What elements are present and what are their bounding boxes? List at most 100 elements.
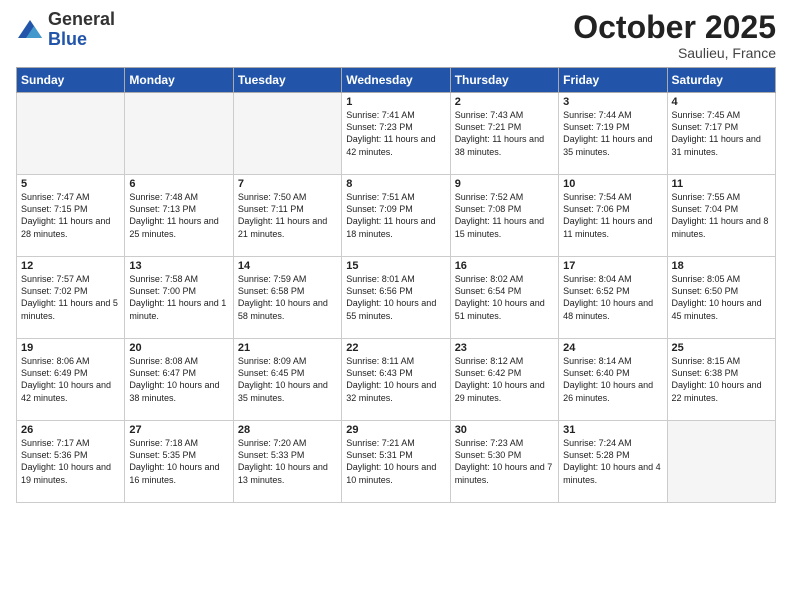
day-info: Sunrise: 7:20 AM Sunset: 5:33 PM Dayligh…	[238, 437, 337, 486]
table-row: 17Sunrise: 8:04 AM Sunset: 6:52 PM Dayli…	[559, 257, 667, 339]
day-info: Sunrise: 8:14 AM Sunset: 6:40 PM Dayligh…	[563, 355, 662, 404]
header: General Blue October 2025 Saulieu, Franc…	[16, 10, 776, 61]
day-number: 29	[346, 424, 445, 436]
day-info: Sunrise: 7:51 AM Sunset: 7:09 PM Dayligh…	[346, 191, 445, 240]
table-row: 22Sunrise: 8:11 AM Sunset: 6:43 PM Dayli…	[342, 339, 450, 421]
table-row: 28Sunrise: 7:20 AM Sunset: 5:33 PM Dayli…	[233, 421, 341, 503]
day-number: 25	[672, 342, 771, 354]
day-info: Sunrise: 7:47 AM Sunset: 7:15 PM Dayligh…	[21, 191, 120, 240]
logo-icon	[16, 16, 44, 44]
day-number: 31	[563, 424, 662, 436]
calendar-week-row: 5Sunrise: 7:47 AM Sunset: 7:15 PM Daylig…	[17, 175, 776, 257]
day-info: Sunrise: 8:09 AM Sunset: 6:45 PM Dayligh…	[238, 355, 337, 404]
day-number: 19	[21, 342, 120, 354]
calendar-week-row: 12Sunrise: 7:57 AM Sunset: 7:02 PM Dayli…	[17, 257, 776, 339]
table-row: 2Sunrise: 7:43 AM Sunset: 7:21 PM Daylig…	[450, 93, 558, 175]
day-info: Sunrise: 7:45 AM Sunset: 7:17 PM Dayligh…	[672, 109, 771, 158]
day-info: Sunrise: 7:44 AM Sunset: 7:19 PM Dayligh…	[563, 109, 662, 158]
day-number: 22	[346, 342, 445, 354]
col-wednesday: Wednesday	[342, 68, 450, 93]
day-info: Sunrise: 7:24 AM Sunset: 5:28 PM Dayligh…	[563, 437, 662, 486]
table-row: 11Sunrise: 7:55 AM Sunset: 7:04 PM Dayli…	[667, 175, 775, 257]
table-row: 5Sunrise: 7:47 AM Sunset: 7:15 PM Daylig…	[17, 175, 125, 257]
day-number: 14	[238, 260, 337, 272]
day-number: 16	[455, 260, 554, 272]
day-number: 30	[455, 424, 554, 436]
day-number: 28	[238, 424, 337, 436]
table-row: 24Sunrise: 8:14 AM Sunset: 6:40 PM Dayli…	[559, 339, 667, 421]
table-row: 14Sunrise: 7:59 AM Sunset: 6:58 PM Dayli…	[233, 257, 341, 339]
day-info: Sunrise: 7:50 AM Sunset: 7:11 PM Dayligh…	[238, 191, 337, 240]
day-info: Sunrise: 8:02 AM Sunset: 6:54 PM Dayligh…	[455, 273, 554, 322]
table-row: 19Sunrise: 8:06 AM Sunset: 6:49 PM Dayli…	[17, 339, 125, 421]
table-row: 21Sunrise: 8:09 AM Sunset: 6:45 PM Dayli…	[233, 339, 341, 421]
col-monday: Monday	[125, 68, 233, 93]
location: Saulieu, France	[573, 45, 776, 61]
table-row: 10Sunrise: 7:54 AM Sunset: 7:06 PM Dayli…	[559, 175, 667, 257]
table-row: 15Sunrise: 8:01 AM Sunset: 6:56 PM Dayli…	[342, 257, 450, 339]
col-saturday: Saturday	[667, 68, 775, 93]
table-row: 16Sunrise: 8:02 AM Sunset: 6:54 PM Dayli…	[450, 257, 558, 339]
day-number: 10	[563, 178, 662, 190]
day-info: Sunrise: 7:58 AM Sunset: 7:00 PM Dayligh…	[129, 273, 228, 322]
table-row: 31Sunrise: 7:24 AM Sunset: 5:28 PM Dayli…	[559, 421, 667, 503]
table-row	[17, 93, 125, 175]
day-info: Sunrise: 7:57 AM Sunset: 7:02 PM Dayligh…	[21, 273, 120, 322]
day-number: 21	[238, 342, 337, 354]
day-info: Sunrise: 8:11 AM Sunset: 6:43 PM Dayligh…	[346, 355, 445, 404]
day-number: 27	[129, 424, 228, 436]
table-row: 23Sunrise: 8:12 AM Sunset: 6:42 PM Dayli…	[450, 339, 558, 421]
day-info: Sunrise: 7:18 AM Sunset: 5:35 PM Dayligh…	[129, 437, 228, 486]
day-number: 1	[346, 96, 445, 108]
table-row: 3Sunrise: 7:44 AM Sunset: 7:19 PM Daylig…	[559, 93, 667, 175]
logo-blue-text: Blue	[48, 30, 115, 50]
col-thursday: Thursday	[450, 68, 558, 93]
table-row: 30Sunrise: 7:23 AM Sunset: 5:30 PM Dayli…	[450, 421, 558, 503]
day-info: Sunrise: 8:05 AM Sunset: 6:50 PM Dayligh…	[672, 273, 771, 322]
table-row: 25Sunrise: 8:15 AM Sunset: 6:38 PM Dayli…	[667, 339, 775, 421]
title-block: October 2025 Saulieu, France	[573, 10, 776, 61]
day-number: 9	[455, 178, 554, 190]
table-row: 1Sunrise: 7:41 AM Sunset: 7:23 PM Daylig…	[342, 93, 450, 175]
table-row: 9Sunrise: 7:52 AM Sunset: 7:08 PM Daylig…	[450, 175, 558, 257]
table-row: 18Sunrise: 8:05 AM Sunset: 6:50 PM Dayli…	[667, 257, 775, 339]
day-info: Sunrise: 7:21 AM Sunset: 5:31 PM Dayligh…	[346, 437, 445, 486]
calendar-week-row: 1Sunrise: 7:41 AM Sunset: 7:23 PM Daylig…	[17, 93, 776, 175]
day-info: Sunrise: 8:15 AM Sunset: 6:38 PM Dayligh…	[672, 355, 771, 404]
calendar-week-row: 19Sunrise: 8:06 AM Sunset: 6:49 PM Dayli…	[17, 339, 776, 421]
day-info: Sunrise: 7:52 AM Sunset: 7:08 PM Dayligh…	[455, 191, 554, 240]
day-number: 20	[129, 342, 228, 354]
calendar-week-row: 26Sunrise: 7:17 AM Sunset: 5:36 PM Dayli…	[17, 421, 776, 503]
day-info: Sunrise: 8:12 AM Sunset: 6:42 PM Dayligh…	[455, 355, 554, 404]
day-number: 5	[21, 178, 120, 190]
day-info: Sunrise: 7:54 AM Sunset: 7:06 PM Dayligh…	[563, 191, 662, 240]
table-row: 4Sunrise: 7:45 AM Sunset: 7:17 PM Daylig…	[667, 93, 775, 175]
day-info: Sunrise: 8:08 AM Sunset: 6:47 PM Dayligh…	[129, 355, 228, 404]
day-number: 11	[672, 178, 771, 190]
day-number: 15	[346, 260, 445, 272]
month-title: October 2025	[573, 10, 776, 45]
calendar: Sunday Monday Tuesday Wednesday Thursday…	[16, 67, 776, 503]
table-row: 7Sunrise: 7:50 AM Sunset: 7:11 PM Daylig…	[233, 175, 341, 257]
table-row: 20Sunrise: 8:08 AM Sunset: 6:47 PM Dayli…	[125, 339, 233, 421]
day-info: Sunrise: 7:59 AM Sunset: 6:58 PM Dayligh…	[238, 273, 337, 322]
day-number: 26	[21, 424, 120, 436]
day-info: Sunrise: 8:01 AM Sunset: 6:56 PM Dayligh…	[346, 273, 445, 322]
day-info: Sunrise: 7:41 AM Sunset: 7:23 PM Dayligh…	[346, 109, 445, 158]
day-number: 18	[672, 260, 771, 272]
day-info: Sunrise: 7:23 AM Sunset: 5:30 PM Dayligh…	[455, 437, 554, 486]
day-number: 3	[563, 96, 662, 108]
day-number: 4	[672, 96, 771, 108]
calendar-header-row: Sunday Monday Tuesday Wednesday Thursday…	[17, 68, 776, 93]
table-row: 26Sunrise: 7:17 AM Sunset: 5:36 PM Dayli…	[17, 421, 125, 503]
table-row	[125, 93, 233, 175]
day-number: 8	[346, 178, 445, 190]
day-number: 7	[238, 178, 337, 190]
day-info: Sunrise: 7:48 AM Sunset: 7:13 PM Dayligh…	[129, 191, 228, 240]
table-row: 8Sunrise: 7:51 AM Sunset: 7:09 PM Daylig…	[342, 175, 450, 257]
day-number: 12	[21, 260, 120, 272]
day-number: 13	[129, 260, 228, 272]
table-row: 29Sunrise: 7:21 AM Sunset: 5:31 PM Dayli…	[342, 421, 450, 503]
day-info: Sunrise: 7:43 AM Sunset: 7:21 PM Dayligh…	[455, 109, 554, 158]
table-row: 12Sunrise: 7:57 AM Sunset: 7:02 PM Dayli…	[17, 257, 125, 339]
